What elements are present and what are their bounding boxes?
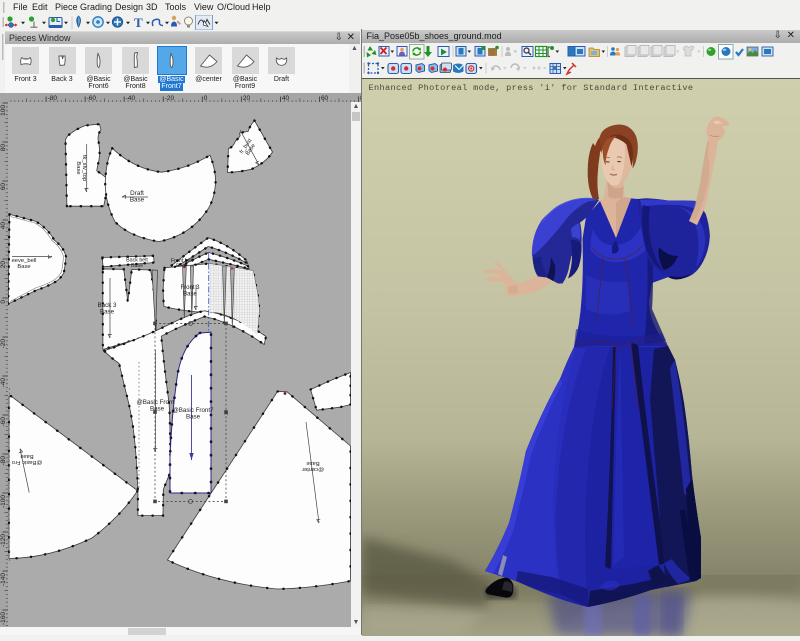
svg-text:Back beltBase: Back beltBase	[126, 258, 148, 270]
svg-text:-20: -20	[165, 95, 175, 102]
svg-text:-80: -80	[0, 456, 7, 466]
svg-text:-40: -40	[0, 378, 7, 388]
svg-text:-60: -60	[0, 417, 7, 427]
svg-text:-60: -60	[87, 95, 97, 102]
svg-text:A: A	[225, 411, 229, 417]
svg-text:-40: -40	[126, 95, 136, 102]
svg-text:0: 0	[204, 95, 208, 102]
svg-text:100: 100	[0, 105, 7, 116]
svg-text:-20: -20	[0, 339, 7, 349]
svg-text:-80: -80	[48, 95, 58, 102]
svg-text:T: T	[134, 15, 143, 30]
svg-text:DraftBase: DraftBase	[130, 190, 145, 204]
